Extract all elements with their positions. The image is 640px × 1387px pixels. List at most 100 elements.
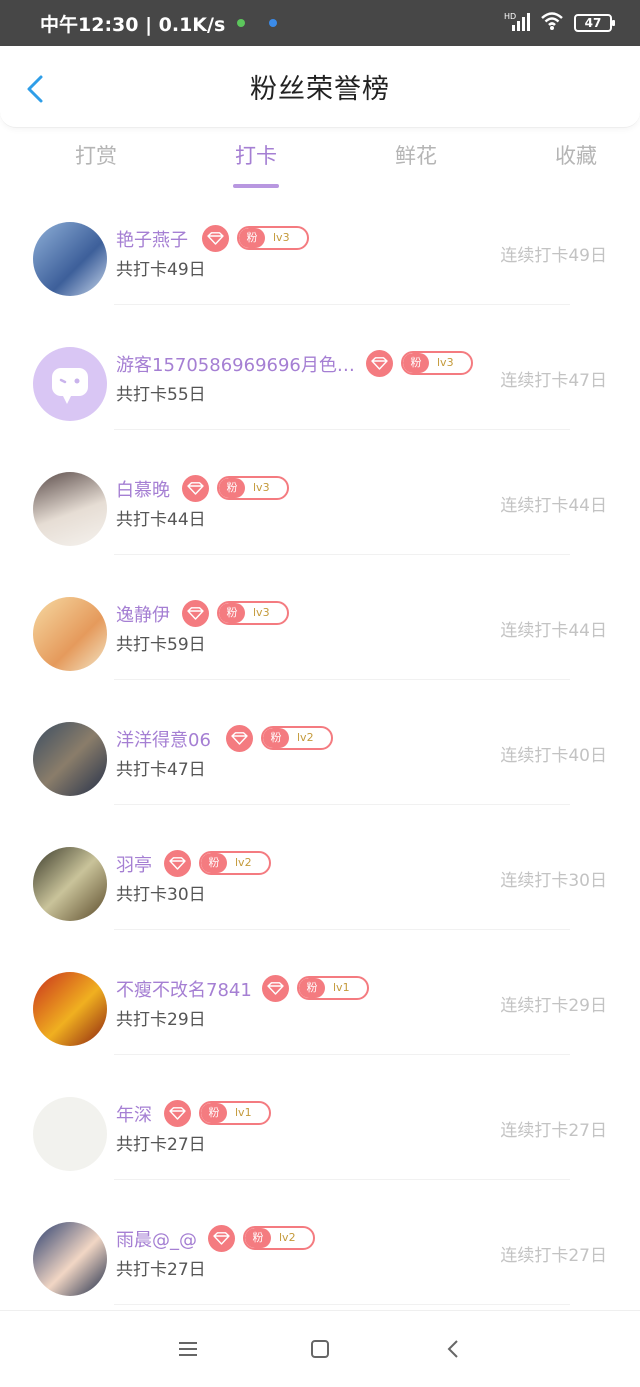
fan-label: 粉 xyxy=(403,353,429,373)
fan-level-badge: 粉 lv1 xyxy=(199,1101,271,1125)
fan-level: lv1 xyxy=(235,1106,252,1119)
fan-level: lv3 xyxy=(437,356,454,369)
tab-flowers[interactable]: 鲜花 xyxy=(352,140,480,196)
diamond-icon xyxy=(226,725,253,752)
user-name: 雨晨@_@ xyxy=(116,1230,197,1251)
avatar[interactable] xyxy=(33,597,107,671)
tab-favorites[interactable]: 收藏 xyxy=(512,140,640,196)
total-checkins: 共打卡27日 xyxy=(116,1135,206,1155)
tab-checkin[interactable]: 打卡 xyxy=(192,140,320,196)
list-item[interactable]: 羽亭 粉 lv2 共打卡30日 连续打卡30日 xyxy=(0,805,640,930)
total-checkins: 共打卡59日 xyxy=(116,635,206,655)
consecutive-checkins: 连续打卡30日 xyxy=(500,871,607,891)
chat-bubble-icon xyxy=(52,368,88,404)
fan-level: lv1 xyxy=(333,981,350,994)
user-name: 洋洋得意06 xyxy=(116,730,211,751)
status-bar: 中午12:30 | 0.1K/s HD 47 xyxy=(0,0,640,46)
consecutive-checkins: 连续打卡47日 xyxy=(500,371,607,391)
list-item[interactable]: 不瘦不改名7841 粉 lv1 共打卡29日 连续打卡29日 xyxy=(0,930,640,1055)
list-item[interactable]: 游客1570586969696月色… 粉 lv3 共打卡55日 连续打卡47日 xyxy=(0,305,640,430)
total-checkins: 共打卡27日 xyxy=(116,1260,206,1280)
diamond-icon xyxy=(182,600,209,627)
fan-level-badge: 粉 lv3 xyxy=(237,226,309,250)
consecutive-checkins: 连续打卡44日 xyxy=(500,621,607,641)
fan-label: 粉 xyxy=(245,1228,271,1248)
user-name: 白慕晚 xyxy=(116,480,170,501)
chevron-left-icon xyxy=(27,75,43,103)
fan-label: 粉 xyxy=(201,1103,227,1123)
list-item[interactable]: 洋洋得意06 粉 lv2 共打卡47日 连续打卡40日 xyxy=(0,680,640,805)
fan-level-badge: 粉 lv3 xyxy=(217,476,289,500)
diamond-icon xyxy=(208,1225,235,1252)
consecutive-checkins: 连续打卡44日 xyxy=(500,496,607,516)
menu-icon xyxy=(179,1342,197,1356)
diamond-icon xyxy=(182,475,209,502)
avatar[interactable] xyxy=(33,972,107,1046)
user-name: 逸静伊 xyxy=(116,605,170,626)
total-checkins: 共打卡30日 xyxy=(116,885,206,905)
fan-level: lv3 xyxy=(253,481,270,494)
list-item[interactable]: 白慕晚 粉 lv3 共打卡44日 连续打卡44日 xyxy=(0,430,640,555)
consecutive-checkins: 连续打卡27日 xyxy=(500,1246,607,1266)
ranking-list[interactable]: 艳子燕子粉 lv3 共打卡49日 连续打卡49日 游客1570586969696月色… 粉… xyxy=(0,212,640,1308)
consecutive-checkins: 连续打卡27日 xyxy=(500,1121,607,1141)
avatar[interactable] xyxy=(33,347,107,421)
total-checkins: 共打卡47日 xyxy=(116,760,206,780)
fan-label: 粉 xyxy=(219,603,245,623)
battery-indicator: 47 xyxy=(574,14,615,32)
fan-level: lv3 xyxy=(253,606,270,619)
fan-level-badge: 粉 lv2 xyxy=(199,851,271,875)
wifi-icon xyxy=(540,11,564,35)
total-checkins: 共打卡55日 xyxy=(116,385,206,405)
signal-icon: HD xyxy=(504,11,530,35)
avatar[interactable] xyxy=(33,222,107,296)
list-item[interactable]: 年深 粉 lv1 共打卡27日 连续打卡27日 xyxy=(0,1055,640,1180)
fan-level: lv2 xyxy=(297,731,314,744)
home-button[interactable] xyxy=(308,1337,332,1361)
list-item[interactable]: 雨晨@_@ 粉 lv2 共打卡27日 连续打卡27日 xyxy=(0,1180,640,1305)
user-name: 年深 xyxy=(116,1105,152,1126)
user-name: 艳子燕子 xyxy=(116,230,188,251)
consecutive-checkins: 连续打卡49日 xyxy=(500,246,607,266)
diamond-icon xyxy=(202,225,229,252)
back-button[interactable] xyxy=(22,74,52,104)
back-triangle-icon xyxy=(447,1340,458,1358)
avatar[interactable] xyxy=(33,847,107,921)
tab-reward[interactable]: 打赏 xyxy=(32,140,160,196)
diamond-icon xyxy=(262,975,289,1002)
list-item[interactable]: 逸静伊 粉 lv3 共打卡59日 连续打卡44日 xyxy=(0,555,640,680)
notification-dot-green xyxy=(237,19,246,27)
fan-level: lv2 xyxy=(279,1231,296,1244)
status-time: 中午12:30 | 0.1K/s xyxy=(40,13,226,36)
avatar[interactable] xyxy=(33,472,107,546)
avatar[interactable] xyxy=(33,722,107,796)
diamond-icon xyxy=(164,850,191,877)
fan-label: 粉 xyxy=(263,728,289,748)
avatar[interactable] xyxy=(33,1097,107,1171)
row-divider xyxy=(114,1304,570,1305)
fan-level-badge: 粉 lv2 xyxy=(243,1226,315,1250)
consecutive-checkins: 连续打卡29日 xyxy=(500,996,607,1016)
home-square-icon xyxy=(311,1340,329,1358)
fan-label: 粉 xyxy=(201,853,227,873)
diamond-icon xyxy=(366,350,393,377)
fan-level: lv3 xyxy=(273,231,290,244)
list-item[interactable]: 艳子燕子 粉 lv3 共打卡49日 连续打卡49日 xyxy=(0,212,640,305)
user-name: 羽亭 xyxy=(116,855,152,876)
back-nav-button[interactable] xyxy=(442,1337,466,1361)
system-nav-bar xyxy=(0,1310,640,1387)
fan-label: 粉 xyxy=(219,478,245,498)
total-checkins: 共打卡49日 xyxy=(116,260,206,280)
user-name: 不瘦不改名7841 xyxy=(116,980,252,1001)
avatar[interactable] xyxy=(33,1222,107,1296)
fan-level-badge: 粉 lv2 xyxy=(261,726,333,750)
total-checkins: 共打卡44日 xyxy=(116,510,206,530)
page-title: 粉丝荣誉榜 xyxy=(250,74,390,105)
fan-label: 粉 xyxy=(299,978,325,998)
fan-level: lv2 xyxy=(235,856,252,869)
fan-level-badge: 粉 lv3 xyxy=(401,351,473,375)
menu-button[interactable] xyxy=(176,1337,200,1361)
fan-level-badge: 粉 lv1 xyxy=(297,976,369,1000)
fan-level-badge: 粉 lv3 xyxy=(217,601,289,625)
svg-text:HD: HD xyxy=(504,12,516,21)
